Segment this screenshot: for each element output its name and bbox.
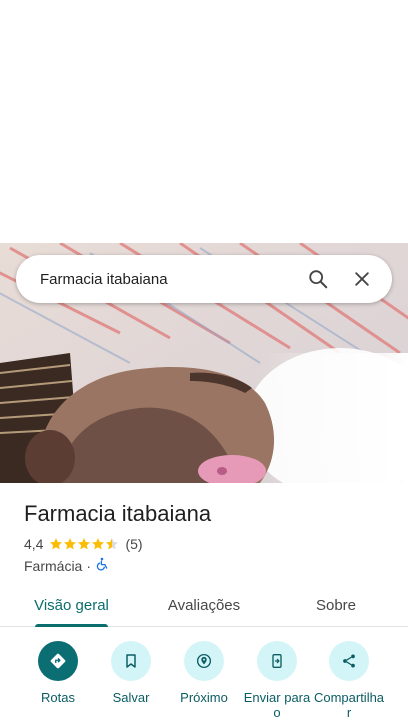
tab-about[interactable]: Sobre bbox=[306, 583, 366, 627]
send-to-phone-label: Enviar para o bbox=[243, 690, 311, 720]
send-to-phone-icon bbox=[257, 641, 297, 681]
rating-row[interactable]: 4,4 (5) bbox=[24, 536, 143, 552]
close-icon[interactable] bbox=[344, 261, 380, 297]
place-name: Farmacia itabaiana bbox=[24, 501, 212, 526]
star-icon bbox=[50, 538, 63, 550]
place-details-panel: Farmacia itabaiana 4,4 (5) Farmácia · Vi… bbox=[0, 483, 408, 726]
star-icon bbox=[78, 538, 91, 550]
action-buttons: Rotas Salvar Próximo Enviar para o Compa… bbox=[0, 641, 408, 726]
search-icon[interactable] bbox=[300, 261, 336, 297]
directions-icon bbox=[38, 641, 78, 681]
wheelchair-icon bbox=[95, 557, 109, 574]
tab-overview-label: Visão geral bbox=[34, 596, 109, 614]
tab-reviews-label: Avaliações bbox=[167, 596, 241, 614]
active-tab-indicator bbox=[35, 624, 108, 627]
directions-label: Rotas bbox=[41, 690, 75, 705]
star-icon bbox=[64, 538, 77, 550]
separator-dot: · bbox=[86, 557, 92, 574]
directions-button[interactable]: Rotas bbox=[20, 641, 96, 705]
review-count: (5) bbox=[125, 536, 143, 552]
rating-value: 4,4 bbox=[24, 536, 44, 552]
search-bar[interactable]: Farmacia itabaiana bbox=[16, 255, 392, 303]
nearby-icon bbox=[184, 641, 224, 681]
share-icon bbox=[329, 641, 369, 681]
share-button[interactable]: Compartilhar bbox=[311, 641, 387, 720]
nearby-button[interactable]: Próximo bbox=[166, 641, 242, 705]
map-blank-area bbox=[0, 0, 408, 243]
save-button[interactable]: Salvar bbox=[93, 641, 169, 705]
category-row: Farmácia · bbox=[24, 557, 109, 574]
search-input[interactable]: Farmacia itabaiana bbox=[40, 271, 292, 288]
share-label: Compartilhar bbox=[313, 690, 385, 720]
star-icon bbox=[92, 538, 105, 550]
bookmark-icon bbox=[111, 641, 151, 681]
tab-overview[interactable]: Visão geral bbox=[28, 583, 115, 627]
send-to-phone-button[interactable]: Enviar para o bbox=[239, 641, 315, 720]
nearby-label: Próximo bbox=[180, 690, 228, 705]
save-label: Salvar bbox=[112, 690, 150, 705]
rating-stars bbox=[49, 537, 119, 551]
star-half-icon bbox=[106, 538, 119, 550]
place-category: Farmácia bbox=[24, 557, 83, 574]
tab-reviews[interactable]: Avaliações bbox=[160, 583, 248, 627]
tab-about-label: Sobre bbox=[315, 596, 357, 614]
place-tabs: Visão geral Avaliações Sobre bbox=[0, 583, 408, 627]
